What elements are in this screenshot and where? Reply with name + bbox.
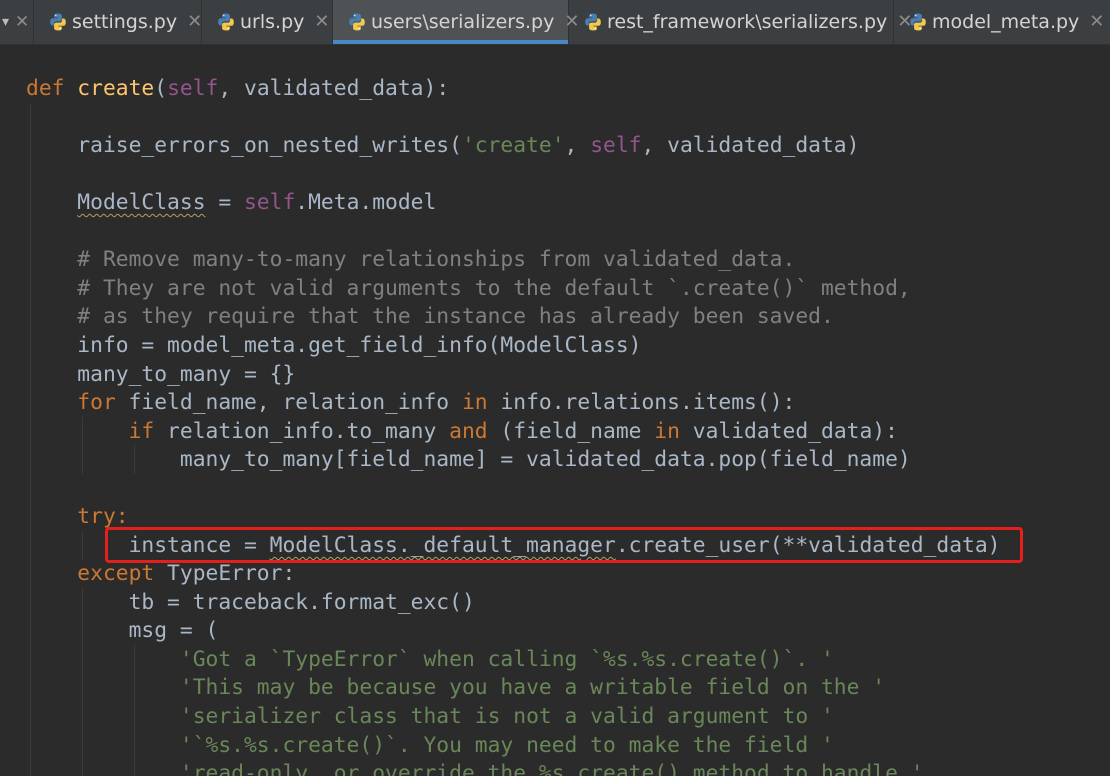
python-file-icon [585, 13, 601, 31]
code-text: relation_info.to_many [154, 419, 450, 444]
tab-label: rest_framework\serializers.py [607, 11, 888, 33]
tab-users-serializers-py[interactable]: users\serializers.py ✕ [333, 0, 579, 44]
ide-window: ▾ ✕ settings.py ✕ urls.py ✕ users\serial… [0, 0, 1110, 776]
code-line[interactable]: msg = ( [26, 616, 219, 645]
editor-tab-bar: ▾ ✕ settings.py ✕ urls.py ✕ users\serial… [0, 0, 1110, 45]
keyword: and [449, 419, 488, 444]
close-icon[interactable]: ✕ [15, 12, 29, 32]
python-file-icon [349, 13, 365, 31]
code-text: ModelClass [77, 190, 206, 215]
code-text: ( [154, 76, 168, 101]
tab-urls-py[interactable]: urls.py ✕ [202, 0, 333, 44]
code-line[interactable]: except TypeError: [26, 559, 295, 588]
code-text: TypeError: [154, 561, 296, 586]
python-file-icon [218, 13, 234, 31]
code-text: msg = ( [128, 618, 219, 643]
code-line[interactable]: # Remove many-to-many relationships from… [26, 245, 795, 274]
comment: # They are not valid arguments to the de… [77, 276, 911, 301]
string-literal: 'This may be because you have a writable… [179, 675, 886, 700]
code-line[interactable]: def create(self, validated_data): [26, 74, 449, 103]
code-line[interactable]: if relation_info.to_many and (field_name… [26, 417, 898, 446]
python-file-icon [910, 13, 926, 31]
code-line[interactable]: tb = traceback.format_exc() [26, 588, 475, 617]
string-literal: 'create' [461, 133, 565, 158]
code-line[interactable]: many_to_many[field_name] = validated_dat… [26, 445, 911, 474]
tab-settings-py[interactable]: settings.py ✕ [34, 0, 202, 44]
close-icon[interactable]: ✕ [187, 13, 202, 31]
comment: # Remove many-to-many relationships from… [77, 247, 796, 272]
code-line[interactable]: ModelClass = self.Meta.model [26, 188, 436, 217]
code-text: (field_name [487, 419, 655, 444]
code-line[interactable]: 'serializer class that is not a valid ar… [26, 702, 834, 731]
red-highlight-box [105, 527, 1023, 563]
code-line[interactable]: info = model_meta.get_field_info(ModelCl… [26, 331, 641, 360]
code-text: = [205, 190, 244, 215]
tab-label: settings.py [72, 11, 178, 33]
code-line[interactable]: # They are not valid arguments to the de… [26, 274, 911, 303]
code-text: , validated_data) [641, 133, 860, 158]
code-text: many_to_many[field_name] = validated_dat… [179, 447, 911, 472]
tab-rest-framework-serializers-py[interactable]: rest_framework\serializers.py ✕ [569, 0, 912, 44]
tab-label: urls.py [240, 11, 305, 33]
code-line[interactable]: 'Got a `TypeError` when calling `%s.%s.c… [26, 645, 834, 674]
keyword: except [77, 561, 155, 586]
code-line[interactable]: many_to_many = {} [26, 360, 295, 389]
self-keyword: self [167, 76, 219, 101]
string-literal: 'serializer class that is not a valid ar… [179, 704, 834, 729]
code-text: validated_data): [679, 419, 898, 444]
code-line[interactable]: # as they require that the instance has … [26, 302, 834, 331]
tab-label: model_meta.py [932, 11, 1080, 33]
string-literal: '`%s.%s.create()`. You may need to make … [179, 733, 834, 758]
code-text: , validated_data): [218, 76, 450, 101]
tab-label: users\serializers.py [371, 11, 555, 33]
code-editor[interactable]: def create(self, validated_data): raise_… [0, 45, 1110, 776]
string-literal: 'Got a `TypeError` when calling `%s.%s.c… [179, 647, 834, 672]
string-literal: 'read-only, or override the %s.create() … [179, 761, 924, 776]
chevron-down-icon: ▾ [2, 14, 10, 30]
code-text: : [115, 504, 129, 529]
code-text: info.relations.items(): [487, 390, 796, 415]
code-text: tb = traceback.format_exc() [128, 590, 475, 615]
keyword: in [461, 390, 488, 415]
function-name: create [77, 76, 155, 101]
code-line[interactable]: 'read-only, or override the %s.create() … [26, 759, 924, 776]
keyword: if [128, 419, 155, 444]
self-keyword: self [590, 133, 642, 158]
code-text: info = model_meta.get_field_info(ModelCl… [77, 333, 642, 358]
code-line[interactable]: for field_name, relation_info in info.re… [26, 388, 795, 417]
code-line[interactable]: raise_errors_on_nested_writes('create' , … [26, 131, 859, 160]
code-text: , [564, 133, 591, 158]
code-text: raise_errors_on_nested_writes( [77, 133, 462, 158]
tab-model-meta-py[interactable]: model_meta.py ✕ [894, 0, 1110, 44]
close-icon[interactable]: ✕ [1089, 13, 1104, 31]
tab-overflow-button[interactable]: ▾ ✕ [0, 0, 34, 44]
keyword: def [26, 76, 65, 101]
keyword: for [77, 390, 116, 415]
keyword: try [77, 504, 116, 529]
comment: # as they require that the instance has … [77, 304, 834, 329]
self-keyword: self [243, 190, 296, 215]
python-file-icon [50, 13, 66, 31]
code-text: many_to_many = {} [77, 362, 296, 387]
code-text: .Meta.model [295, 190, 437, 215]
code-line[interactable]: 'This may be because you have a writable… [26, 673, 885, 702]
code-line[interactable]: '`%s.%s.create()`. You may need to make … [26, 731, 834, 760]
keyword: in [654, 419, 680, 444]
close-icon[interactable]: ✕ [314, 13, 329, 31]
code-text: field_name, relation_info [115, 390, 462, 415]
